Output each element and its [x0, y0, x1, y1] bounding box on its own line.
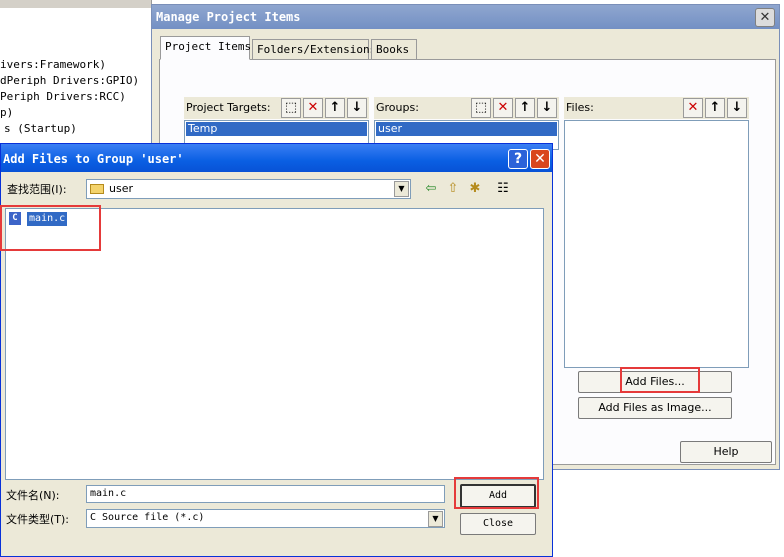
tab-project-items[interactable]: Project Items	[160, 36, 251, 60]
new-group-icon[interactable]: ⬚	[471, 98, 491, 118]
tree-line: Periph Drivers:RCC)	[0, 90, 126, 103]
tab-folders-extensions[interactable]: Folders/Extensions	[252, 39, 376, 59]
move-down-group-icon[interactable]: ↓	[537, 98, 557, 118]
tab-books[interactable]: Books	[371, 39, 417, 59]
new-target-icon[interactable]: ⬚	[281, 98, 301, 118]
list-item[interactable]: C main.c	[9, 212, 68, 226]
delete-group-icon[interactable]: ✕	[493, 98, 513, 118]
delete-target-icon[interactable]: ✕	[303, 98, 323, 118]
group-item[interactable]: user	[376, 122, 557, 136]
move-down-file-icon[interactable]: ↓	[727, 98, 747, 118]
add-files-titlebar[interactable]: Add Files to Group 'user' ? ✕	[1, 144, 552, 172]
add-files-button[interactable]: Add Files...	[578, 371, 732, 393]
add-files-as-image-button[interactable]: Add Files as Image...	[578, 397, 732, 419]
folder-icon	[90, 184, 104, 194]
help-icon[interactable]: ?	[508, 149, 528, 169]
manage-dialog-title: Manage Project Items	[156, 10, 301, 24]
tree-line: p)	[0, 106, 14, 119]
view-menu-icon[interactable]: ☷	[489, 180, 517, 198]
filename-input[interactable]: main.c	[86, 485, 445, 503]
c-file-icon: C	[9, 212, 21, 225]
look-in-label: 查找范围(I):	[7, 183, 67, 196]
filetype-select[interactable]: C Source file (*.c) ▼	[86, 509, 445, 528]
look-in-select[interactable]: user ▼	[86, 179, 411, 199]
manage-dialog-titlebar[interactable]: Manage Project Items ✕	[152, 5, 779, 29]
move-up-file-icon[interactable]: ↑	[705, 98, 725, 118]
back-icon[interactable]: ⇦	[421, 180, 441, 198]
file-name: main.c	[27, 212, 68, 226]
move-up-target-icon[interactable]: ↑	[325, 98, 345, 118]
target-item[interactable]: Temp	[186, 122, 367, 136]
tree-line: ivers:Framework)	[0, 58, 106, 71]
move-up-group-icon[interactable]: ↑	[515, 98, 535, 118]
help-button[interactable]: Help	[680, 441, 772, 463]
close-button[interactable]: Close	[460, 513, 536, 535]
background-toolbar	[0, 0, 151, 8]
filetype-label: 文件类型(T):	[6, 513, 70, 526]
add-files-title: Add Files to Group 'user'	[3, 152, 184, 166]
filetype-value: C Source file (*.c)	[90, 512, 205, 523]
move-down-target-icon[interactable]: ↓	[347, 98, 367, 118]
add-button[interactable]: Add	[460, 484, 536, 508]
targets-label: Project Targets:	[186, 101, 271, 114]
files-list[interactable]	[564, 120, 749, 368]
close-icon[interactable]: ✕	[530, 149, 550, 169]
tree-line: s (Startup)	[4, 122, 77, 135]
chevron-down-icon[interactable]: ▼	[394, 181, 409, 197]
tree-line: dPeriph Drivers:GPIO)	[0, 74, 140, 87]
new-folder-icon[interactable]: ✱	[465, 180, 485, 198]
groups-label: Groups:	[376, 101, 419, 114]
close-icon[interactable]: ✕	[755, 8, 775, 27]
file-list[interactable]: C main.c	[5, 208, 544, 480]
delete-file-icon[interactable]: ✕	[683, 98, 703, 118]
filename-label: 文件名(N):	[6, 489, 60, 502]
chevron-down-icon[interactable]: ▼	[428, 511, 443, 527]
add-files-dialog: Add Files to Group 'user' ? ✕ 查找范围(I): u…	[0, 143, 553, 557]
look-in-value: user	[109, 182, 133, 195]
files-label: Files:	[566, 101, 594, 114]
up-folder-icon[interactable]: ⇧	[443, 180, 463, 198]
